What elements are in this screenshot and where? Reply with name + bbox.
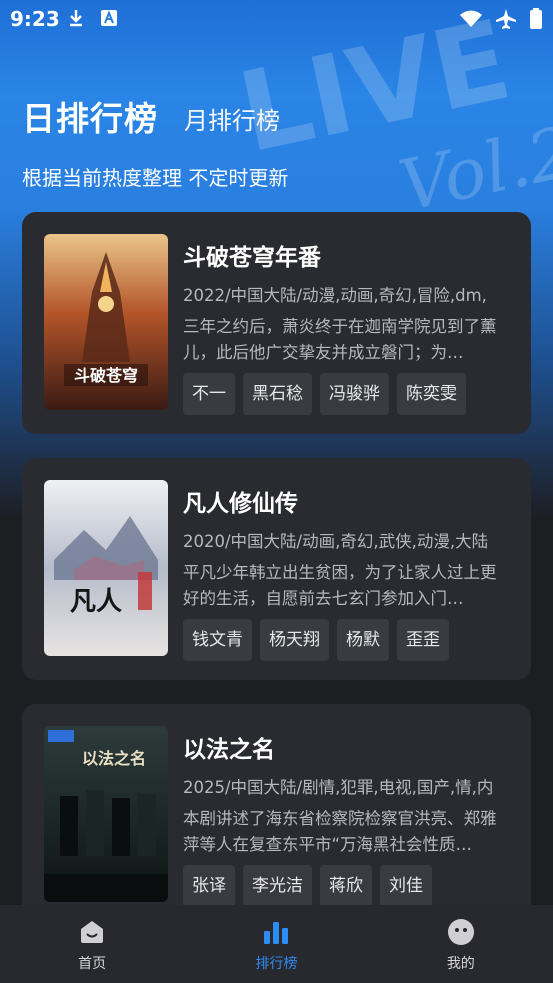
poster-image: 以法之名 [44, 726, 168, 902]
card-meta: 2022/中国大陆/动漫,动画,奇幻,冒险,dm, [183, 286, 487, 305]
battery-icon [530, 8, 542, 29]
poster-title-text: 斗破苍穹 [74, 366, 138, 385]
cast-tag[interactable]: 歪歪 [397, 619, 449, 661]
cast-tag[interactable]: 杨天翔 [260, 619, 329, 661]
cast-tags: 钱文青 杨天翔 杨默 歪歪 [183, 619, 449, 661]
cast-tag[interactable]: 杨默 [337, 619, 389, 661]
tab-daily-ranking[interactable]: 日排行榜 [22, 92, 158, 140]
ranking-card[interactable]: 凡人 凡人修仙传 2020/中国大陆/动画,奇幻,武侠,动漫,大陆 平凡少年韩立… [22, 458, 531, 680]
wifi-icon [460, 10, 482, 27]
profile-face-icon [447, 919, 474, 945]
ranking-tabs: 日排行榜 月排行榜 [22, 92, 280, 140]
cast-tag[interactable]: 李光洁 [243, 865, 312, 907]
card-meta: 2020/中国大陆/动画,奇幻,武侠,动漫,大陆 [183, 532, 489, 551]
ranking-card[interactable]: 斗破苍穹 斗破苍穹年番 2022/中国大陆/动漫,动画,奇幻,冒险,dm, 三年… [22, 212, 531, 434]
cast-tags: 不一 黑石稔 冯骏骅 陈奕雯 [183, 373, 466, 415]
card-title: 凡人修仙传 [183, 491, 298, 517]
status-time: 9:23 [10, 7, 60, 31]
ranking-card[interactable]: 以法之名 以法之名 2025/中国大陆/剧情,犯罪,电视,国产,情,内 本剧讲述… [22, 704, 531, 926]
nav-home-label: 首页 [78, 956, 107, 972]
cast-tags: 张译 李光洁 蒋欣 刘佳 [183, 865, 432, 907]
bar-chart-icon [264, 922, 289, 944]
nav-home[interactable]: 首页 [0, 905, 184, 983]
nav-profile-label: 我的 [446, 956, 475, 972]
nav-profile[interactable]: 我的 [369, 905, 553, 983]
nav-ranking[interactable]: 排行榜 [184, 905, 368, 983]
home-face-icon [81, 921, 104, 943]
cast-tag[interactable]: 刘佳 [380, 865, 432, 907]
cast-tag[interactable]: 蒋欣 [320, 865, 372, 907]
poster-image: 斗破苍穹 [44, 234, 168, 410]
cast-tag[interactable]: 黑石稔 [243, 373, 312, 415]
card-description: 本剧讲述了海东省检察院检察官洪亮、郑雅萍等人在复查东平市“万海黑社会性质… [183, 809, 497, 854]
tab-monthly-ranking[interactable]: 月排行榜 [184, 101, 280, 140]
card-meta: 2025/中国大陆/剧情,犯罪,电视,国产,情,内 [183, 778, 494, 797]
card-description: 三年之约后，萧炎终于在迦南学院见到了薰儿，此后他广交挚友并成立磐门；为… [183, 317, 497, 362]
nav-ranking-label: 排行榜 [255, 956, 298, 972]
cast-tag[interactable]: 冯骏骅 [320, 373, 389, 415]
poster-title-text: 以法之名 [82, 749, 146, 768]
app-store-icon [101, 10, 117, 26]
card-description: 平凡少年韩立出生贫困，为了让家人过上更好的生活，自愿前去七玄门参加入门… [183, 563, 497, 608]
download-icon [70, 10, 82, 27]
cast-tag[interactable]: 陈奕雯 [397, 373, 466, 415]
ranking-subtitle: 根据当前热度整理 不定时更新 [22, 166, 289, 190]
status-bar: 9:23 [0, 0, 553, 38]
poster-image: 凡人 [44, 480, 168, 656]
cast-tag[interactable]: 张译 [183, 865, 235, 907]
card-title: 斗破苍穹年番 [183, 245, 321, 271]
cast-tag[interactable]: 不一 [183, 373, 235, 415]
airplane-mode-icon [496, 9, 516, 29]
bottom-navigation: 首页 排行榜 我的 [0, 905, 553, 983]
cast-tag[interactable]: 钱文青 [183, 619, 252, 661]
poster-title-text: 凡人 [70, 587, 122, 617]
card-title: 以法之名 [183, 737, 275, 763]
